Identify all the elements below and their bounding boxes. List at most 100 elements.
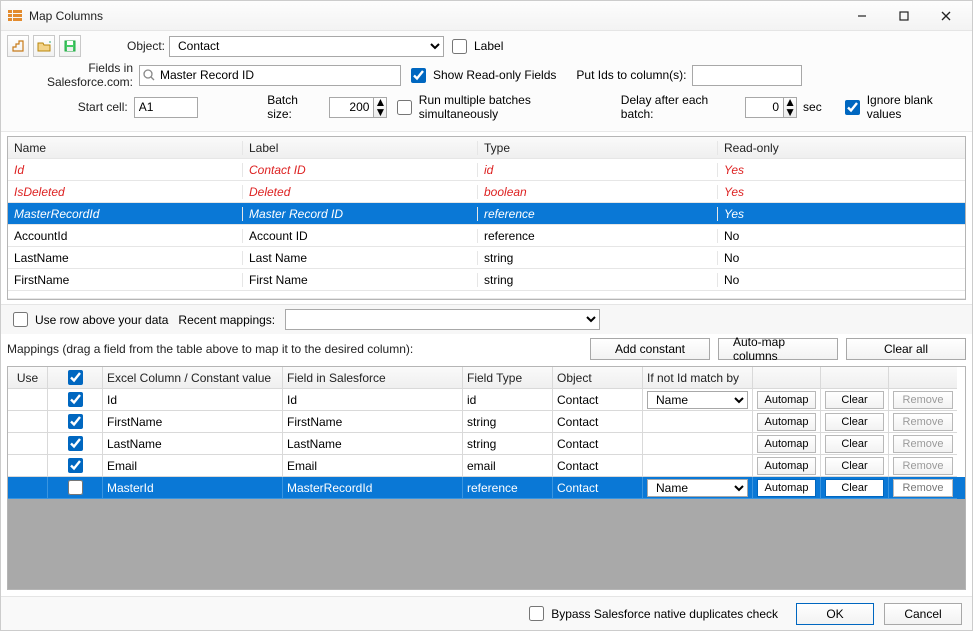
mapping-row[interactable]: EmailEmailemailContactAutomapClearRemove xyxy=(8,455,965,477)
remove-button[interactable]: Remove xyxy=(893,457,953,475)
col-name[interactable]: Name xyxy=(8,141,243,155)
match-cell[interactable]: Name xyxy=(643,389,753,411)
use-checkbox[interactable] xyxy=(48,455,103,477)
remove-button[interactable]: Remove xyxy=(893,479,953,497)
excel-col[interactable]: LastName xyxy=(103,433,283,455)
field-type: boolean xyxy=(478,185,718,199)
fields-row[interactable]: AccountIdAccount IDreferenceNo xyxy=(8,225,965,247)
sf-field[interactable]: FirstName xyxy=(283,411,463,433)
ok-button[interactable]: OK xyxy=(796,603,874,625)
object-select[interactable]: Contact xyxy=(169,36,444,57)
col-use-all[interactable] xyxy=(48,367,103,389)
fields-row[interactable]: IdContact IDidYes xyxy=(8,159,965,181)
mappings-grid[interactable]: Use Excel Column / Constant value Field … xyxy=(7,366,966,590)
start-cell-input[interactable] xyxy=(134,97,198,118)
use-checkbox[interactable] xyxy=(48,477,103,499)
maximize-button[interactable] xyxy=(884,3,924,29)
fields-row[interactable]: FirstNameFirst NamestringNo xyxy=(8,269,965,291)
excel-col[interactable]: FirstName xyxy=(103,411,283,433)
fields-row[interactable]: LastNameLast NamestringNo xyxy=(8,247,965,269)
clear-button[interactable]: Clear xyxy=(825,435,884,453)
clear-button[interactable]: Clear xyxy=(825,413,884,431)
cancel-button[interactable]: Cancel xyxy=(884,603,962,625)
match-select[interactable]: Name xyxy=(647,391,748,409)
show-readonly-checkbox[interactable]: Show Read-only Fields xyxy=(407,65,556,86)
clear-button[interactable]: Clear xyxy=(825,391,884,409)
col-type[interactable]: Type xyxy=(478,141,718,155)
chart-icon-button[interactable] xyxy=(7,35,29,57)
save-icon-button[interactable] xyxy=(59,35,81,57)
footer: Bypass Salesforce native duplicates chec… xyxy=(1,596,972,630)
col-clear xyxy=(821,367,889,389)
sf-field[interactable]: LastName xyxy=(283,433,463,455)
excel-col[interactable]: Email xyxy=(103,455,283,477)
excel-col[interactable]: Id xyxy=(103,389,283,411)
automap-button[interactable]: Automap xyxy=(757,391,816,409)
match-select[interactable]: Name xyxy=(647,479,748,497)
recent-mappings-select[interactable] xyxy=(285,309,600,330)
window-title: Map Columns xyxy=(29,9,842,23)
fields-in-sf-label: Fields in Salesforce.com: xyxy=(7,61,133,89)
mapping-row[interactable]: FirstNameFirstNamestringContactAutomapCl… xyxy=(8,411,965,433)
open-icon-button[interactable] xyxy=(33,35,55,57)
remove-button[interactable]: Remove xyxy=(893,391,953,409)
run-multi-checkbox[interactable]: Run multiple batches simultaneously xyxy=(393,93,605,121)
use-checkbox[interactable] xyxy=(48,411,103,433)
col-object[interactable]: Object xyxy=(553,367,643,389)
automap-button[interactable]: Automap xyxy=(757,457,816,475)
use-row-above-checkbox[interactable]: Use row above your data xyxy=(9,309,168,330)
field-label: Account ID xyxy=(243,229,478,243)
col-remove xyxy=(889,367,957,389)
field-name: AccountId xyxy=(8,229,243,243)
sf-field[interactable]: Id xyxy=(283,389,463,411)
excel-col[interactable]: MasterId xyxy=(103,477,283,499)
sf-field[interactable]: MasterRecordId xyxy=(283,477,463,499)
col-readonly[interactable]: Read-only xyxy=(718,141,965,155)
automap-button[interactable]: Automap xyxy=(757,479,816,497)
clear-all-button[interactable]: Clear all xyxy=(846,338,966,360)
fields-row[interactable]: MasterRecordIdMaster Record IDreferenceY… xyxy=(8,203,965,225)
recent-mappings-label: Recent mappings: xyxy=(178,313,275,327)
match-cell[interactable] xyxy=(643,411,753,433)
mapping-row[interactable]: LastNameLastNamestringContactAutomapClea… xyxy=(8,433,965,455)
remove-button[interactable]: Remove xyxy=(893,435,953,453)
batch-size-stepper[interactable]: ▲▼ xyxy=(329,97,387,118)
field-type: string xyxy=(463,433,553,455)
automap-columns-button[interactable]: Auto-map columns xyxy=(718,338,838,360)
bypass-duplicates-checkbox[interactable]: Bypass Salesforce native duplicates chec… xyxy=(525,603,778,624)
match-cell[interactable] xyxy=(643,433,753,455)
close-button[interactable] xyxy=(926,3,966,29)
mapping-row[interactable]: IdIdidContactNameAutomapClearRemove xyxy=(8,389,965,411)
mappings-grid-header: Use Excel Column / Constant value Field … xyxy=(8,367,965,389)
clear-button[interactable]: Clear xyxy=(825,457,884,475)
col-label[interactable]: Label xyxy=(243,141,478,155)
object-label: Object: xyxy=(119,39,165,53)
match-cell[interactable]: Name xyxy=(643,477,753,499)
search-input[interactable] xyxy=(139,65,401,86)
minimize-button[interactable] xyxy=(842,3,882,29)
title-bar: Map Columns xyxy=(1,1,972,31)
clear-button[interactable]: Clear xyxy=(825,479,884,497)
col-fieldtype[interactable]: Field Type xyxy=(463,367,553,389)
fields-row[interactable]: IsDeletedDeletedbooleanYes xyxy=(8,181,965,203)
match-cell[interactable] xyxy=(643,455,753,477)
ignore-blank-checkbox[interactable]: Ignore blank values xyxy=(841,93,966,121)
col-match[interactable]: If not Id match by xyxy=(643,367,753,389)
mapping-row[interactable]: MasterIdMasterRecordIdreferenceContactNa… xyxy=(8,477,965,499)
use-checkbox[interactable] xyxy=(48,389,103,411)
start-cell-label: Start cell: xyxy=(7,100,128,114)
automap-button[interactable]: Automap xyxy=(757,413,816,431)
col-field[interactable]: Field in Salesforce xyxy=(283,367,463,389)
delay-stepper[interactable]: ▲▼ xyxy=(745,97,797,118)
object: Contact xyxy=(553,477,643,499)
remove-button[interactable]: Remove xyxy=(893,413,953,431)
col-excel[interactable]: Excel Column / Constant value xyxy=(103,367,283,389)
fields-grid[interactable]: Name Label Type Read-only IdContact IDid… xyxy=(7,136,966,300)
sf-field[interactable]: Email xyxy=(283,455,463,477)
label-checkbox[interactable]: Label xyxy=(448,36,503,57)
add-constant-button[interactable]: Add constant xyxy=(590,338,710,360)
col-use[interactable]: Use xyxy=(8,367,48,389)
automap-button[interactable]: Automap xyxy=(757,435,816,453)
put-ids-input[interactable] xyxy=(692,65,802,86)
use-checkbox[interactable] xyxy=(48,433,103,455)
